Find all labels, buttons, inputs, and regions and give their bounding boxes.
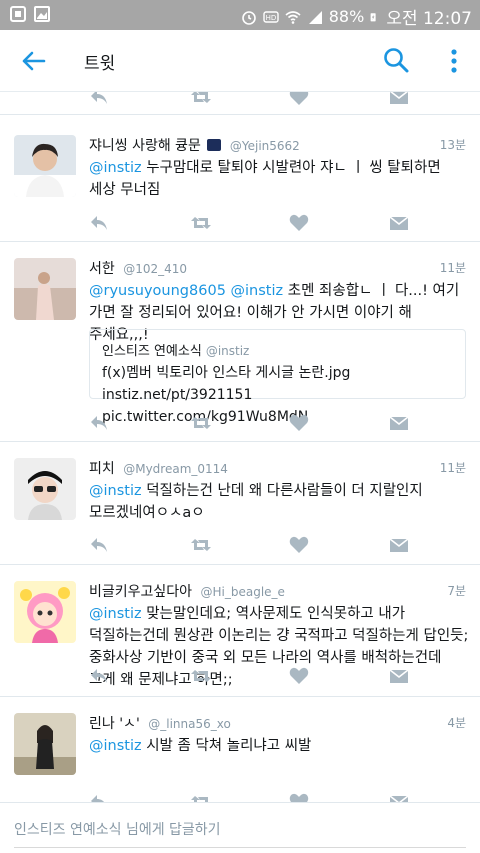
tweet-actions <box>0 412 480 434</box>
display-name[interactable]: 피치 <box>89 461 115 477</box>
mention-link[interactable]: @instiz <box>89 483 142 499</box>
avatar[interactable] <box>14 258 76 320</box>
top-app-bar: 트윗 <box>0 30 480 92</box>
avatar[interactable] <box>14 713 76 775</box>
direct-message-icon[interactable] <box>388 92 410 108</box>
tweet-header: 쟈니씽 사랑해 큥문 @Yejin5662 13분 <box>89 135 466 157</box>
direct-message-icon[interactable] <box>388 534 410 556</box>
status-time: 오전 12:07 <box>386 9 472 29</box>
reply-icon[interactable] <box>88 412 110 434</box>
display-name[interactable]: 비글키우고싶다아 <box>89 584 192 600</box>
reply-composer[interactable]: 인스티즈 연예소식 님에게 답글하기 <box>0 802 480 853</box>
hd-voice-icon: HD <box>263 10 279 23</box>
quoted-tweet[interactable]: 인스티즈 연예소식 @instiz f(x)멤버 빅토리아 인스타 게시글 논란.… <box>89 329 466 425</box>
reply-icon[interactable] <box>88 212 110 234</box>
display-name[interactable]: 린나 'ㅅ' <box>89 716 140 732</box>
mention-link[interactable]: @instiz <box>89 738 142 754</box>
signal-icon <box>308 10 322 24</box>
page-title: 트윗 <box>84 54 116 74</box>
like-icon[interactable] <box>288 212 310 234</box>
tweet-time: 11분 <box>439 261 466 275</box>
battery-percent: 88% <box>328 7 365 26</box>
tweet-header: 피치 @Mydream_0114 11분 <box>89 458 466 480</box>
tweet-feed[interactable]: 쟈니씽 사랑해 큥문 @Yejin5662 13분 @instiz 누구맘대로 … <box>0 92 480 802</box>
user-handle[interactable]: @Mydream_0114 <box>123 462 228 476</box>
tweet-body: 누구맘대로 탈퇴야 시발련아 쟈ㄴ ㅣ 씽 탈퇴하면 세상 무너짐 <box>89 160 441 198</box>
tweet-actions <box>0 791 480 802</box>
more-options-icon[interactable] <box>444 46 464 76</box>
avatar[interactable] <box>14 581 76 643</box>
tweet-actions <box>0 534 480 556</box>
avatar[interactable] <box>14 135 76 197</box>
tweet-header: 린나 'ㅅ' @_linna56_xo 4분 <box>89 713 466 735</box>
previous-tweet-actions <box>0 92 480 108</box>
tweet-time: 13분 <box>439 138 466 152</box>
direct-message-icon[interactable] <box>388 412 410 434</box>
like-icon[interactable] <box>288 92 310 108</box>
like-icon[interactable] <box>288 412 310 434</box>
tweet-header: 비글키우고싶다아 @Hi_beagle_e 7분 <box>89 581 466 603</box>
tweet-actions <box>0 665 480 687</box>
reply-icon[interactable] <box>88 534 110 556</box>
tweet-time: 11분 <box>439 461 466 475</box>
tweet-item[interactable]: 피치 @Mydream_0114 11분 @instiz 덕질하는건 난데 왜 … <box>0 442 480 565</box>
image-notification-icon <box>34 6 50 22</box>
quoted-user-handle: @instiz <box>205 344 250 358</box>
mention-link[interactable]: @instiz <box>89 606 142 622</box>
retweet-icon[interactable] <box>190 212 212 234</box>
wifi-icon <box>285 10 301 24</box>
tweet-time: 7분 <box>447 584 466 598</box>
tweet-item[interactable]: 쟈니씽 사랑해 큥문 @Yejin5662 13분 @instiz 누구맘대로 … <box>0 115 480 242</box>
like-icon[interactable] <box>288 534 310 556</box>
retweet-icon[interactable] <box>190 791 212 802</box>
gallery-notification-icon <box>10 6 26 22</box>
tweet-item[interactable]: 린나 'ㅅ' @_linna56_xo 4분 @instiz 시발 좀 닥쳐 놀… <box>0 697 480 802</box>
mention-link[interactable]: @instiz <box>89 160 142 176</box>
tweet-text: @instiz 누구맘대로 탈퇴야 시발련아 쟈ㄴ ㅣ 씽 탈퇴하면 세상 무너… <box>89 157 469 201</box>
direct-message-icon[interactable] <box>388 791 410 802</box>
like-icon[interactable] <box>288 665 310 687</box>
direct-message-icon[interactable] <box>388 212 410 234</box>
reply-icon[interactable] <box>88 665 110 687</box>
display-name[interactable]: 쟈니씽 사랑해 큥문 <box>89 138 201 154</box>
status-bar: HD 88% 오전 12:07 <box>0 0 480 30</box>
svg-text:HD: HD <box>265 14 276 22</box>
avatar[interactable] <box>14 458 76 520</box>
tweet-actions <box>0 212 480 234</box>
battery-charging-icon <box>370 12 376 21</box>
user-handle[interactable]: @_linna56_xo <box>148 717 231 731</box>
quoted-tweet-header: 인스티즈 연예소식 @instiz <box>102 340 249 359</box>
reply-input[interactable]: 인스티즈 연예소식 님에게 답글하기 <box>14 819 221 839</box>
tweet-item[interactable]: 서한 @102_410 11분 @ryusuyoung8605 @instiz … <box>0 242 480 442</box>
tweet-item[interactable]: 비글키우고싶다아 @Hi_beagle_e 7분 @instiz 맞는말인데요;… <box>0 565 480 697</box>
user-handle[interactable]: @Yejin5662 <box>230 139 300 153</box>
retweet-icon[interactable] <box>190 665 212 687</box>
input-underline <box>14 847 466 848</box>
tweet-body: 시발 좀 닥쳐 놀리냐고 씨발 <box>141 738 312 754</box>
direct-message-icon[interactable] <box>388 665 410 687</box>
search-icon[interactable] <box>382 46 410 74</box>
tweet-text: @instiz 덕질하는건 난데 왜 다른사람들이 더 지랄인지 모르겠네여ㅇㅅ… <box>89 480 469 524</box>
retweet-icon[interactable] <box>190 92 212 108</box>
retweet-icon[interactable] <box>190 412 212 434</box>
display-name[interactable]: 서한 <box>89 261 115 277</box>
quoted-display-name: 인스티즈 연예소식 <box>102 344 202 359</box>
like-icon[interactable] <box>288 791 310 802</box>
alarm-icon <box>241 10 256 25</box>
tweet-text: @instiz 시발 좀 닥쳐 놀리냐고 씨발 <box>89 735 469 757</box>
retweet-icon[interactable] <box>190 534 212 556</box>
reply-icon[interactable] <box>88 92 110 108</box>
back-arrow-icon[interactable] <box>18 46 48 76</box>
tweet-time: 4분 <box>447 716 466 730</box>
mention-link[interactable]: @ryusuyoung8605 @instiz <box>89 283 283 299</box>
user-handle[interactable]: @Hi_beagle_e <box>201 585 285 599</box>
emoji-icon <box>207 139 222 151</box>
reply-icon[interactable] <box>88 791 110 802</box>
user-handle[interactable]: @102_410 <box>123 262 187 276</box>
tweet-header: 서한 @102_410 11분 <box>89 258 466 280</box>
